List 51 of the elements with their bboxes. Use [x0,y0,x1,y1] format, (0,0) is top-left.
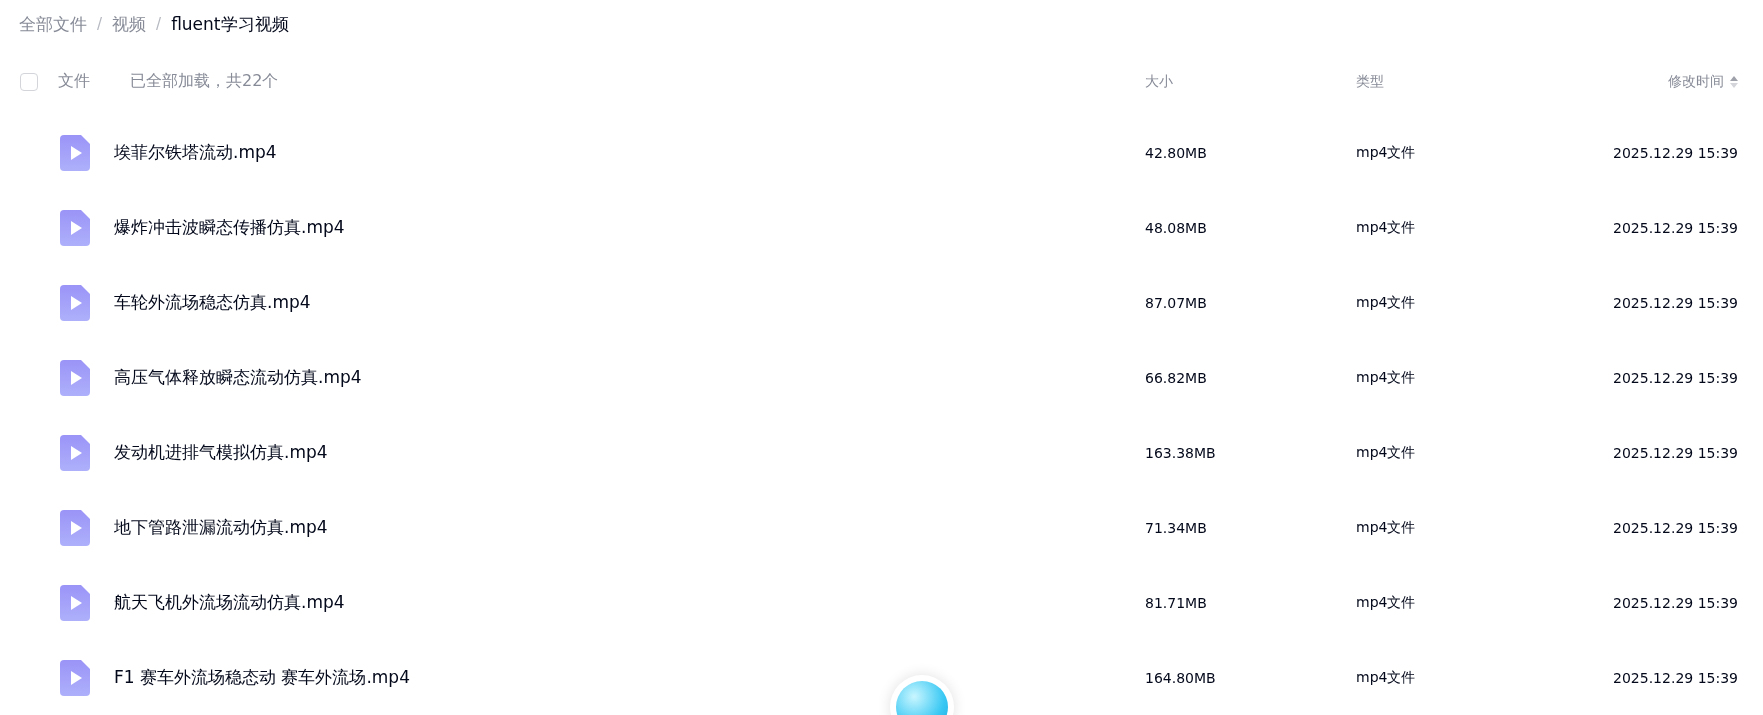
table-cell: 2025.12.29 15:39 [1613,144,1738,161]
table-cell-text: 48.08MB [1145,219,1208,236]
table-cell-text: 87.07MB [1145,294,1208,311]
table-cell-text: mp4文件 [1356,293,1417,312]
table-cell: 2025.12.29 15:39 [1613,669,1738,686]
table-cell: 2025.12.29 15:39 [1613,444,1738,461]
video-file-icon [60,209,90,246]
table-cell-text: 81.71MB [1145,594,1208,611]
column-header: 类型 [1356,72,1385,91]
table-cell-text: mp4文件 [1356,668,1417,687]
table-cell: 2025.12.29 15:39 [1613,219,1738,236]
table-cell-text: 42.80MB [1145,144,1208,161]
table-cell-text: 71.34MB [1145,519,1208,536]
table-cell-text: mp4文件 [1356,518,1417,537]
breadcrumb-separator: / [156,15,162,33]
breadcrumb-item: fluent学习视频 [171,12,289,36]
file-name[interactable]: F1 赛车外流场稳态动 赛车外流场.mp4 [114,666,410,689]
table-cell: 2025.12.29 15:39 [1613,519,1738,536]
file-name[interactable]: 埃菲尔铁塔流动.mp4 [114,141,277,164]
video-file-icon [60,359,90,396]
file-name[interactable]: 爆炸冲击波瞬态传播仿真.mp4 [114,216,345,239]
table-cell: 2025.12.29 15:39 [1613,594,1738,611]
column-header: 文件 [58,71,90,92]
breadcrumb-item[interactable]: 全部文件 [19,12,87,36]
video-file-icon [60,584,90,621]
video-file-icon [60,434,90,471]
select-all-checkbox[interactable] [20,72,38,91]
file-name[interactable]: 高压气体释放瞬态流动仿真.mp4 [114,366,362,389]
table-cell-text: mp4文件 [1356,443,1417,462]
file-name[interactable]: 航天飞机外流场流动仿真.mp4 [114,591,345,614]
video-file-icon [60,284,90,321]
table-cell-text: mp4文件 [1356,218,1417,237]
table-cell: 2025.12.29 15:39 [1613,294,1738,311]
sort-icon[interactable] [1730,75,1738,88]
table-cell-text: mp4文件 [1356,593,1417,612]
load-status: 已全部加载，共22个 [130,71,279,92]
file-name[interactable]: 发动机进排气模拟仿真.mp4 [114,441,328,464]
video-file-icon [60,509,90,546]
table-cell-text: 163.38MB [1145,444,1217,461]
column-header[interactable]: 修改时间 [1668,72,1724,91]
file-name[interactable]: 车轮外流场稳态仿真.mp4 [114,291,311,314]
table-cell-text: 66.82MB [1145,369,1208,386]
table-cell-text: mp4文件 [1356,368,1417,387]
table-cell: 2025.12.29 15:39 [1613,369,1738,386]
table-cell-text: 164.80MB [1145,669,1217,686]
video-file-icon [60,134,90,171]
video-file-icon [60,659,90,696]
file-name[interactable]: 地下管路泄漏流动仿真.mp4 [114,516,328,539]
table-cell-text: mp4文件 [1356,143,1417,162]
column-header: 大小 [1145,72,1174,91]
breadcrumb-separator: / [97,15,103,33]
